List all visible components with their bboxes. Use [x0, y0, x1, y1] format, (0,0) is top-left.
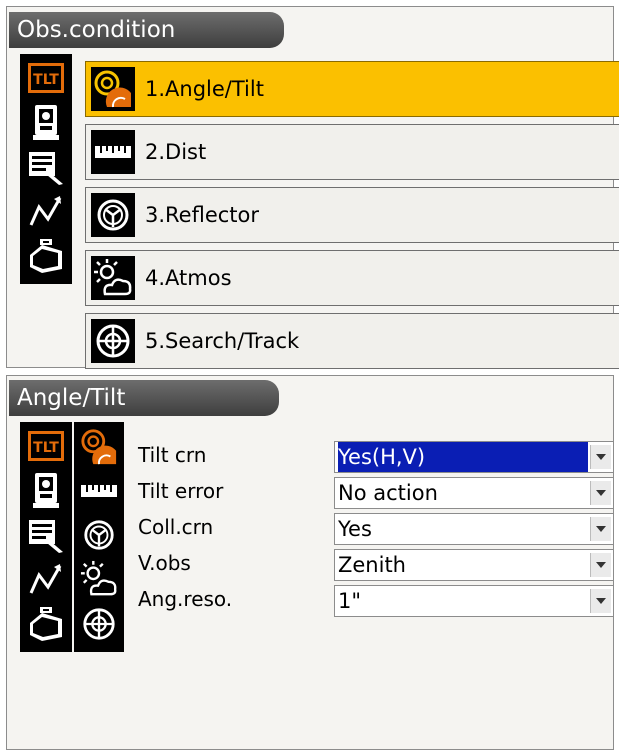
menu-item-label: 3.Reflector	[145, 203, 260, 227]
tab-data-icon[interactable]	[20, 146, 72, 188]
menu-item-dist[interactable]: 2.Dist	[85, 124, 619, 180]
tilt-error-label: Tilt error	[138, 479, 224, 503]
tab-toolbox-icon[interactable]	[20, 602, 72, 646]
search-track-icon	[91, 319, 135, 363]
menu-item-label: 2.Dist	[145, 140, 207, 164]
tab-traverse-icon[interactable]	[20, 558, 72, 600]
tilt-crn-label: Tilt crn	[138, 443, 207, 467]
tab-toolbox-icon[interactable]	[20, 234, 72, 278]
panel-title: Obs.condition	[9, 12, 284, 48]
menu-item-label: 5.Search/Track	[145, 329, 300, 353]
select-value: 1"	[338, 589, 362, 613]
coll-crn-select[interactable]: Yes	[334, 513, 614, 545]
menu-item-search-track[interactable]: 5.Search/Track	[85, 313, 619, 369]
side-tab-bar: TLT	[20, 54, 72, 284]
select-value: No action	[338, 481, 438, 505]
ruler-icon[interactable]	[74, 470, 124, 512]
ruler-icon	[91, 130, 135, 174]
select-value: Zenith	[338, 553, 406, 577]
v-obs-label: V.obs	[138, 551, 191, 575]
sub-tab-bar	[74, 422, 124, 652]
select-value: Yes	[338, 517, 372, 541]
tab-instrument-icon[interactable]	[20, 470, 72, 512]
angle-tilt-icon[interactable]	[74, 426, 124, 468]
panel-title: Angle/Tilt	[9, 380, 279, 416]
tab-instrument-icon[interactable]	[20, 102, 72, 144]
chevron-down-icon[interactable]	[590, 445, 611, 469]
menu-item-atmos[interactable]: 4.Atmos	[85, 250, 619, 306]
svg-text:TLT: TLT	[33, 440, 59, 456]
menu-item-label: 1.Angle/Tilt	[145, 77, 264, 101]
menu-item-angle-tilt[interactable]: 1.Angle/Tilt	[85, 61, 619, 117]
ang-reso-select[interactable]: 1"	[334, 585, 614, 617]
side-tab-bar: TLT	[20, 422, 72, 652]
reflector-icon[interactable]	[74, 514, 124, 556]
tab-traverse-icon[interactable]	[20, 190, 72, 232]
obs-condition-panel: Obs.condition TLT 1.Angle/Tilt 2.Dist 3.…	[6, 6, 619, 369]
tilt-crn-select[interactable]: Yes(H,V)	[334, 441, 614, 473]
sun-cloud-icon	[91, 256, 135, 300]
chevron-down-icon[interactable]	[590, 517, 611, 541]
tab-measure-icon[interactable]: TLT	[20, 58, 72, 98]
menu-item-reflector[interactable]: 3.Reflector	[85, 187, 619, 243]
search-track-icon[interactable]	[74, 602, 124, 646]
menu-item-label: 4.Atmos	[145, 266, 232, 290]
chevron-down-icon[interactable]	[590, 481, 611, 505]
tab-data-icon[interactable]	[20, 514, 72, 556]
reflector-icon	[91, 193, 135, 237]
chevron-down-icon[interactable]	[590, 553, 611, 577]
coll-crn-label: Coll.crn	[138, 515, 214, 539]
ang-reso-label: Ang.reso.	[138, 587, 233, 611]
svg-text:TLT: TLT	[33, 72, 59, 88]
sun-cloud-icon[interactable]	[74, 558, 124, 600]
tilt-error-select[interactable]: No action	[334, 477, 614, 509]
chevron-down-icon[interactable]	[590, 589, 611, 613]
angle-tilt-panel: Angle/Tilt TLT Tilt crn Tilt error Coll.…	[6, 375, 614, 750]
angle-tilt-icon	[91, 67, 135, 111]
select-value: Yes(H,V)	[338, 442, 588, 472]
tab-measure-icon[interactable]: TLT	[20, 426, 72, 466]
v-obs-select[interactable]: Zenith	[334, 549, 614, 581]
